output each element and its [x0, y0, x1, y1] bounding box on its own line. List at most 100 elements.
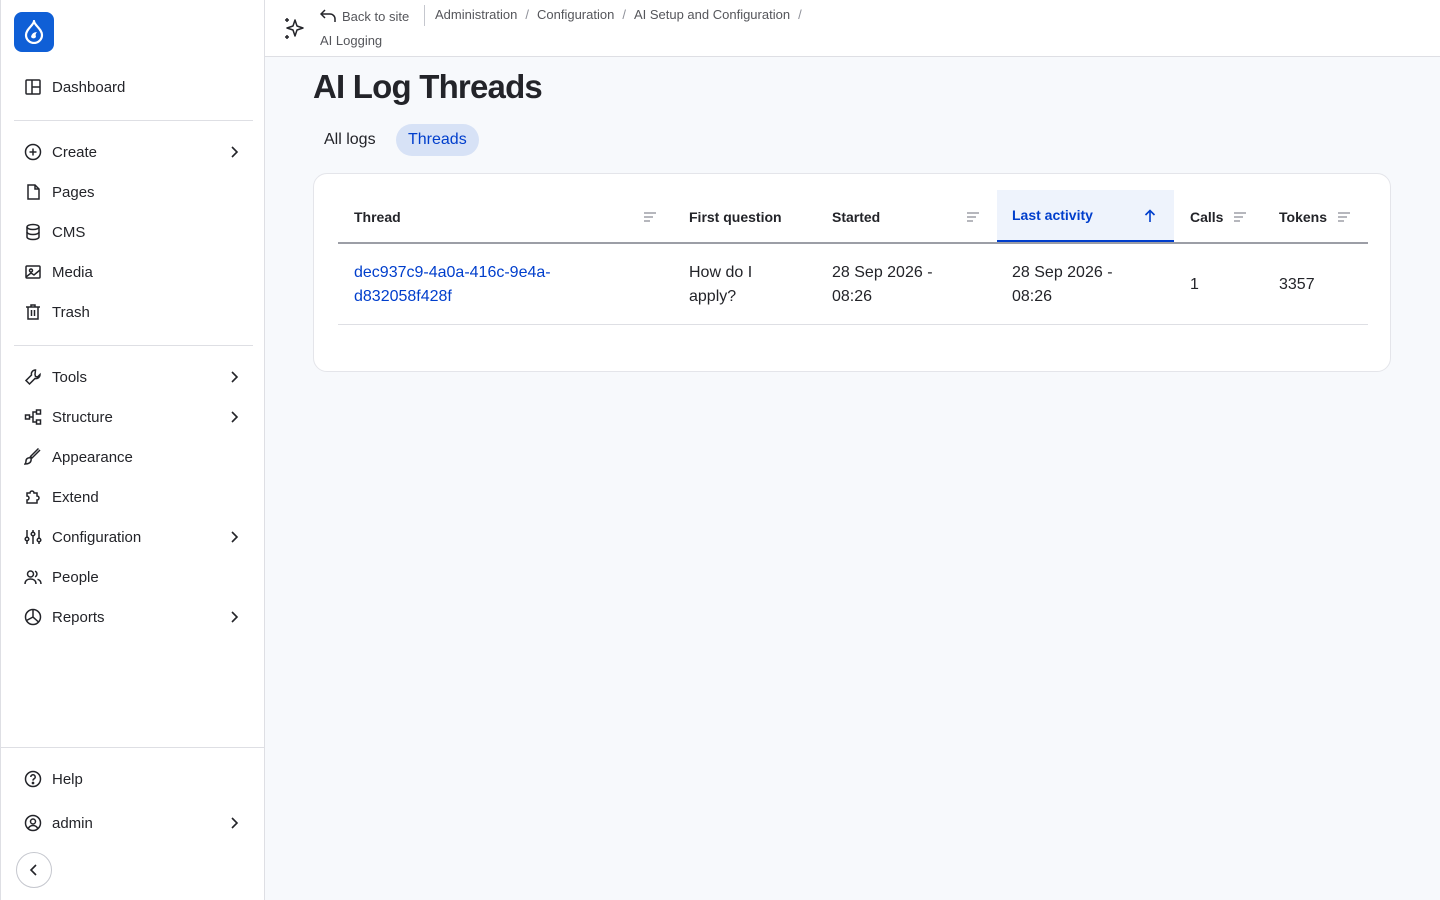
breadcrumb-administration[interactable]: Administration: [435, 7, 517, 22]
column-header-label: Calls: [1190, 208, 1224, 225]
chart-pie-icon: [24, 608, 42, 626]
chevron-right-icon: [231, 411, 239, 423]
sidebar-item-label: CMS: [52, 223, 86, 241]
sidebar-item-pages[interactable]: Pages: [14, 174, 253, 210]
table-header-border: [338, 242, 1368, 244]
sidebar: Dashboard Create Pages CMS Media Trash T…: [0, 0, 265, 900]
sort-icon: [1338, 212, 1350, 222]
sidebar-item-label: Create: [52, 143, 98, 161]
chevron-right-icon: [231, 611, 239, 623]
tab-threads[interactable]: Threads: [396, 124, 479, 156]
sidebar-item-extend[interactable]: Extend: [14, 479, 253, 515]
breadcrumb-configuration[interactable]: Configuration: [537, 7, 614, 22]
sidebar-item-label: Media: [52, 263, 93, 281]
sidebar-item-cms[interactable]: CMS: [14, 214, 253, 250]
breadcrumb-current: AI Logging: [320, 33, 383, 48]
sidebar-item-appearance[interactable]: Appearance: [14, 439, 253, 475]
cell-last-activity: 28 Sep 2026 - 08:26: [1012, 261, 1113, 309]
sort-icon: [1234, 212, 1246, 222]
cell-first-question: How do I apply?: [689, 261, 752, 309]
sidebar-item-label: Configuration: [52, 528, 142, 546]
file-icon: [27, 184, 40, 200]
thread-id-part1: dec937c9-4a0a-416c-9e4a-: [354, 264, 551, 281]
sidebar-item-structure[interactable]: Structure: [14, 399, 253, 435]
cell-calls: 1: [1190, 276, 1199, 293]
breadcrumb: Administration / Configuration / AI Setu…: [435, 7, 810, 22]
drupal-logo[interactable]: [14, 12, 54, 52]
back-to-site-link[interactable]: Back to site: [320, 6, 409, 26]
sidebar-item-label: Tools: [52, 368, 88, 386]
brush-icon: [24, 448, 41, 465]
column-header-thread[interactable]: Thread: [338, 190, 664, 243]
breadcrumb-ai-setup[interactable]: AI Setup and Configuration: [634, 7, 790, 22]
last-activity-time: 08:26: [1012, 288, 1053, 305]
back-to-site-label: Back to site: [342, 8, 410, 24]
sidebar-item-label: admin: [52, 814, 93, 832]
collapse-sidebar-button[interactable]: [16, 852, 52, 888]
topbar-separator: [424, 5, 425, 26]
sidebar-item-label: Reports: [52, 608, 105, 626]
sidebar-item-label: Appearance: [52, 448, 133, 466]
column-header-first-question: First question: [673, 190, 813, 243]
table-row-border: [338, 324, 1368, 325]
column-header-label: First question: [689, 208, 782, 225]
cell-tokens: 3357: [1279, 276, 1315, 293]
breadcrumb-separator: /: [798, 7, 802, 22]
sidebar-item-help[interactable]: Help: [14, 761, 253, 797]
sidebar-item-label: Pages: [52, 183, 95, 201]
sidebar-item-label: People: [52, 568, 99, 586]
column-header-started[interactable]: Started: [816, 190, 996, 243]
cell-started: 28 Sep 2026 - 08:26: [832, 261, 933, 309]
breadcrumb-separator: /: [622, 7, 626, 22]
user-circle-icon: [24, 814, 42, 832]
ai-sparkle-icon: [285, 18, 304, 39]
sidebar-bottom-divider: [1, 747, 265, 748]
trash-icon: [26, 304, 40, 320]
sliders-icon: [24, 530, 42, 544]
sidebar-item-label: Structure: [52, 408, 113, 426]
breadcrumb-separator: /: [525, 7, 529, 22]
return-arrow-icon: [320, 9, 336, 22]
sort-ascending-arrow-icon: [1144, 209, 1156, 222]
sidebar-item-reports[interactable]: Reports: [14, 599, 253, 635]
people-icon: [24, 570, 42, 585]
chevron-left-icon: [29, 864, 37, 876]
started-time: 08:26: [832, 288, 873, 305]
puzzle-icon: [26, 490, 40, 504]
thread-link[interactable]: dec937c9-4a0a-416c-9e4a-d832058f428f: [354, 264, 551, 305]
column-header-tokens[interactable]: Tokens: [1263, 190, 1367, 243]
dashboard-icon: [25, 79, 41, 95]
sidebar-item-user[interactable]: admin: [14, 805, 253, 841]
sidebar-item-trash[interactable]: Trash: [14, 294, 253, 330]
sidebar-item-create[interactable]: Create: [14, 134, 253, 170]
cell-thread: dec937c9-4a0a-416c-9e4a-d832058f428f: [354, 261, 551, 309]
sidebar-item-dashboard[interactable]: Dashboard: [14, 69, 253, 105]
sort-icon: [644, 212, 656, 222]
column-header-label: Thread: [354, 208, 401, 225]
started-date: 28 Sep 2026 -: [832, 264, 933, 281]
sidebar-item-label: Help: [52, 770, 83, 788]
sidebar-item-configuration[interactable]: Configuration: [14, 519, 253, 555]
sidebar-item-media[interactable]: Media: [14, 254, 253, 290]
threads-table-card: Thread First question Started Last activ…: [313, 173, 1391, 372]
sidebar-item-people[interactable]: People: [14, 559, 253, 595]
tab-all-logs[interactable]: All logs: [312, 124, 388, 156]
column-header-label: Last activity: [1012, 207, 1093, 223]
sidebar-item-label: Extend: [52, 488, 99, 506]
sidebar-item-tools[interactable]: Tools: [14, 359, 253, 395]
column-header-calls[interactable]: Calls: [1174, 190, 1264, 243]
page-title: AI Log Threads: [313, 68, 543, 105]
sidebar-item-label: Dashboard: [52, 78, 126, 96]
column-header-label: Started: [832, 208, 881, 225]
last-activity-date: 28 Sep 2026 -: [1012, 264, 1113, 281]
chevron-right-icon: [231, 531, 239, 543]
plus-circle-icon: [24, 143, 42, 161]
column-header-label: Tokens: [1279, 208, 1327, 225]
sort-icon: [967, 212, 979, 222]
column-header-last-activity[interactable]: Last activity: [997, 190, 1174, 243]
wrench-icon: [24, 369, 41, 386]
chevron-right-icon: [231, 817, 239, 829]
sidebar-divider: [14, 120, 253, 121]
question-line1: How do I: [689, 264, 753, 281]
drupal-drop-icon: [24, 20, 44, 44]
